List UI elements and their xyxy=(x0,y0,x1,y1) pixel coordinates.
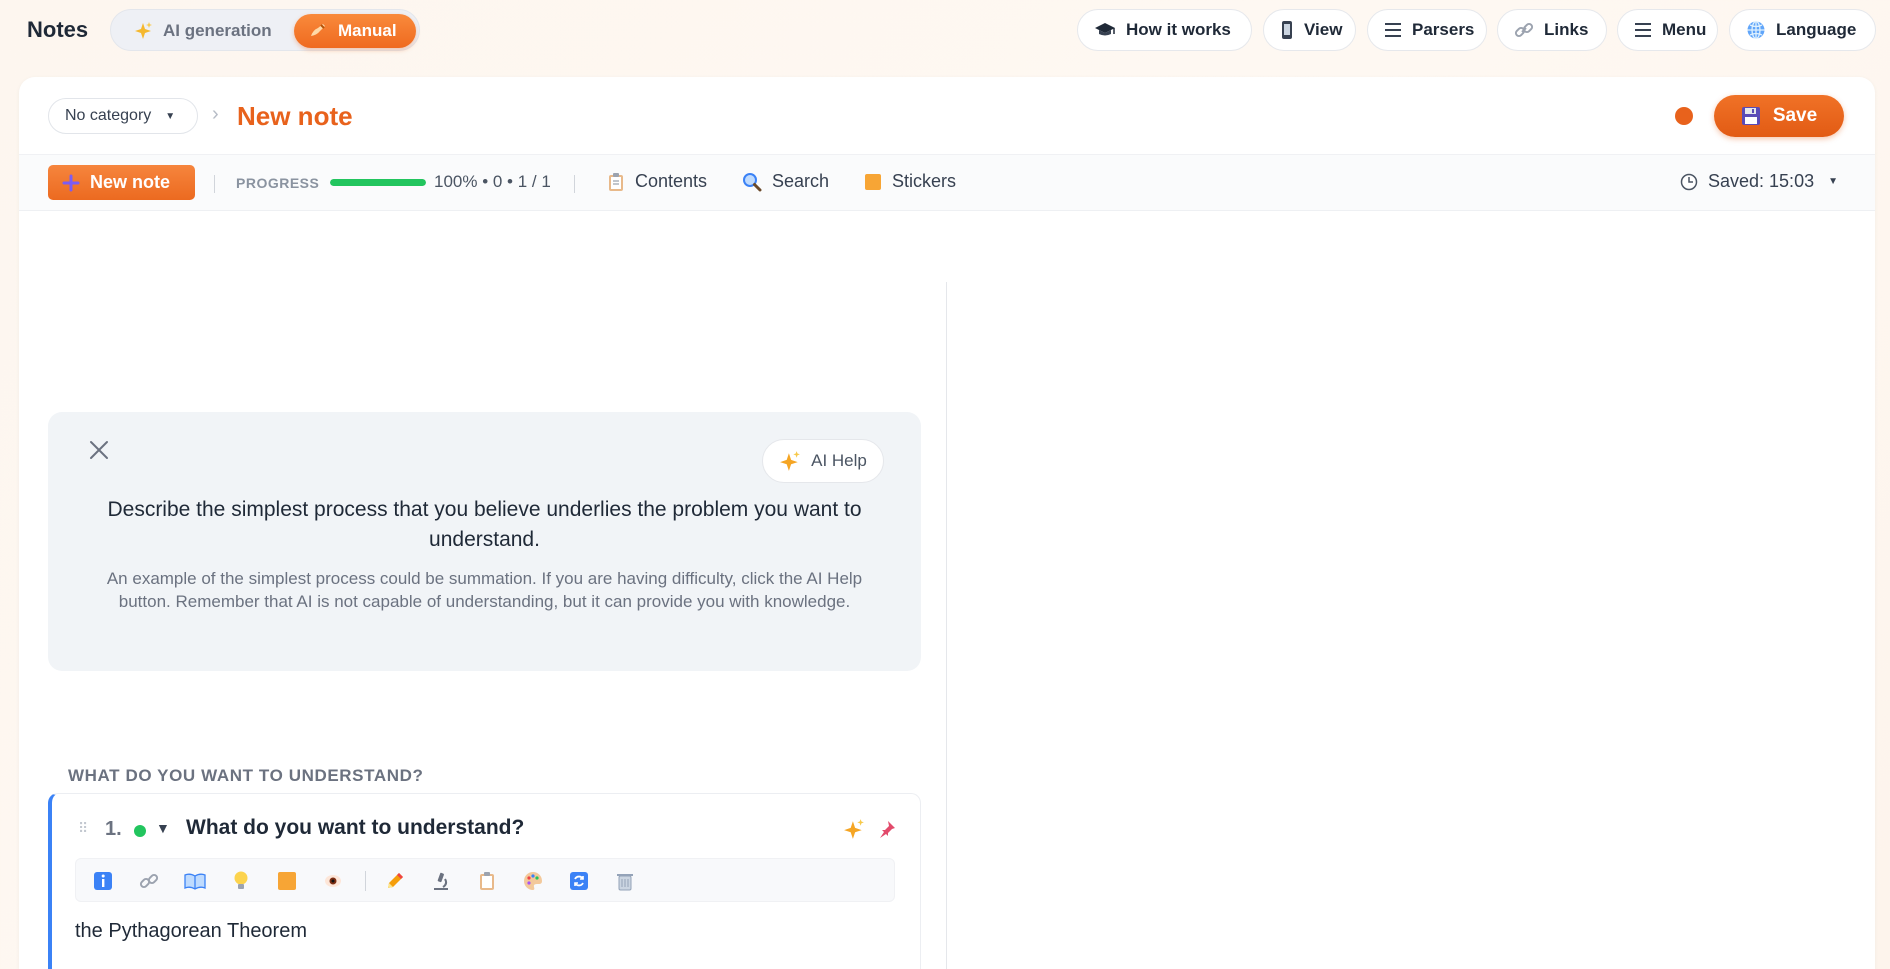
note-card: No category ▼ › New note Save New note P… xyxy=(19,77,1875,969)
ai-generation-button[interactable]: AI generation xyxy=(119,14,286,48)
search-button[interactable]: Search xyxy=(742,171,829,192)
link-icon xyxy=(1514,20,1534,40)
view-label: View xyxy=(1304,20,1343,39)
how-it-works-button[interactable]: How it works xyxy=(1077,9,1252,51)
trash-icon[interactable] xyxy=(614,870,636,892)
language-label: Language xyxy=(1776,20,1857,39)
eye-icon[interactable] xyxy=(322,870,344,892)
stickers-button[interactable]: Stickers xyxy=(864,171,956,192)
hint-title: Describe the simplest process that you b… xyxy=(107,498,862,551)
sticky-note-icon xyxy=(864,173,882,191)
writing-hand-icon xyxy=(308,21,328,41)
pencil-icon[interactable] xyxy=(384,870,406,892)
plus-icon xyxy=(62,174,80,192)
manual-label: Manual xyxy=(338,21,397,40)
ai-help-button[interactable]: AI Help xyxy=(762,439,884,483)
saved-status[interactable]: Saved: 15:03 ▼ xyxy=(1680,171,1838,192)
search-label: Search xyxy=(772,171,830,191)
pin-icon xyxy=(880,821,895,838)
category-value: No category xyxy=(65,107,152,124)
parsers-button[interactable]: Parsers xyxy=(1367,9,1487,51)
refresh-icon[interactable] xyxy=(568,870,590,892)
globe-icon xyxy=(1746,20,1766,40)
sparkles-icon xyxy=(779,450,801,472)
hint-box: AI Help Describe the simplest process th… xyxy=(48,412,921,671)
question-number: 1. xyxy=(105,818,122,840)
clipboard-icon xyxy=(607,172,625,192)
drag-handle-icon[interactable]: ⠿ xyxy=(78,820,88,837)
floppy-disk-icon xyxy=(1741,106,1761,126)
sparkles-icon xyxy=(844,819,864,839)
caret-down-icon: ▼ xyxy=(1828,176,1838,187)
section-label: WHAT DO YOU WANT TO UNDERSTAND? xyxy=(68,766,424,785)
question-title: What do you want to understand? xyxy=(186,816,525,839)
progress-bar xyxy=(330,179,426,186)
stickers-label: Stickers xyxy=(892,171,957,191)
parsers-label: Parsers xyxy=(1412,20,1475,39)
view-button[interactable]: View xyxy=(1263,9,1356,51)
lightbulb-icon[interactable] xyxy=(230,870,252,892)
links-label: Links xyxy=(1544,20,1589,39)
close-icon[interactable] xyxy=(86,437,112,463)
contents-label: Contents xyxy=(635,171,708,191)
menu-button[interactable]: Menu xyxy=(1617,9,1718,51)
toolbar-divider xyxy=(574,175,575,193)
language-button[interactable]: Language xyxy=(1729,9,1876,51)
mode-switch: AI generation Manual xyxy=(110,9,420,51)
pin-button[interactable] xyxy=(874,816,900,842)
question-card: ⠿ 1. ▼ What do you want to understand? t… xyxy=(48,793,921,969)
note-toolbar: New note PROGRESS 100% • 0 • 1 / 1 Conte… xyxy=(19,155,1875,211)
search-icon xyxy=(742,172,762,192)
palette-icon[interactable] xyxy=(522,870,544,892)
caret-down-icon: ▼ xyxy=(165,110,176,122)
book-icon[interactable] xyxy=(184,870,206,892)
new-note-label: New note xyxy=(90,172,171,192)
clock-icon xyxy=(1680,173,1698,191)
manual-button[interactable]: Manual xyxy=(294,14,416,48)
progress-fill xyxy=(330,179,426,186)
question-status-dot xyxy=(134,825,146,837)
app-title: Notes xyxy=(27,17,89,42)
link-icon[interactable] xyxy=(138,870,160,892)
phone-icon xyxy=(1280,20,1294,40)
contents-button[interactable]: Contents xyxy=(607,171,707,192)
ai-help-label: AI Help xyxy=(811,451,867,470)
toolbar-divider xyxy=(365,871,366,891)
sticky-note-icon[interactable] xyxy=(276,870,298,892)
menu-label: Menu xyxy=(1662,20,1707,39)
how-it-works-label: How it works xyxy=(1126,20,1231,39)
save-label: Save xyxy=(1772,105,1818,126)
links-button[interactable]: Links xyxy=(1497,9,1607,51)
unsaved-indicator xyxy=(1675,107,1693,125)
microscope-icon[interactable] xyxy=(430,870,452,892)
graduation-cap-icon xyxy=(1094,20,1116,40)
saved-label: Saved: 15:03 xyxy=(1708,171,1815,191)
progress-text: 100% • 0 • 1 / 1 xyxy=(434,172,551,191)
collapse-chevron-icon[interactable]: ▼ xyxy=(156,820,170,836)
sparkles-icon xyxy=(133,21,153,41)
question-toolbar xyxy=(75,858,895,902)
list-icon xyxy=(1384,22,1402,38)
info-icon[interactable] xyxy=(92,870,114,892)
chevron-right-icon: › xyxy=(212,103,219,125)
new-note-button[interactable]: New note xyxy=(48,165,195,200)
note-title[interactable]: New note xyxy=(237,101,353,132)
clipboard-icon[interactable] xyxy=(476,870,498,892)
column-divider xyxy=(946,282,947,969)
question-answer-text[interactable]: the Pythagorean Theorem xyxy=(75,920,307,943)
category-select[interactable]: No category ▼ xyxy=(48,98,198,134)
progress-label: PROGRESS xyxy=(236,175,320,191)
ai-sparkles-button[interactable] xyxy=(841,816,867,842)
save-button[interactable]: Save xyxy=(1714,95,1844,137)
note-header: No category ▼ › New note Save xyxy=(19,77,1875,155)
toolbar-divider xyxy=(214,175,215,193)
top-bar: Notes AI generation Manual How it works … xyxy=(0,0,1890,62)
hint-body: An example of the simplest process could… xyxy=(106,569,863,611)
hamburger-icon xyxy=(1634,22,1652,38)
ai-generation-label: AI generation xyxy=(163,21,272,40)
